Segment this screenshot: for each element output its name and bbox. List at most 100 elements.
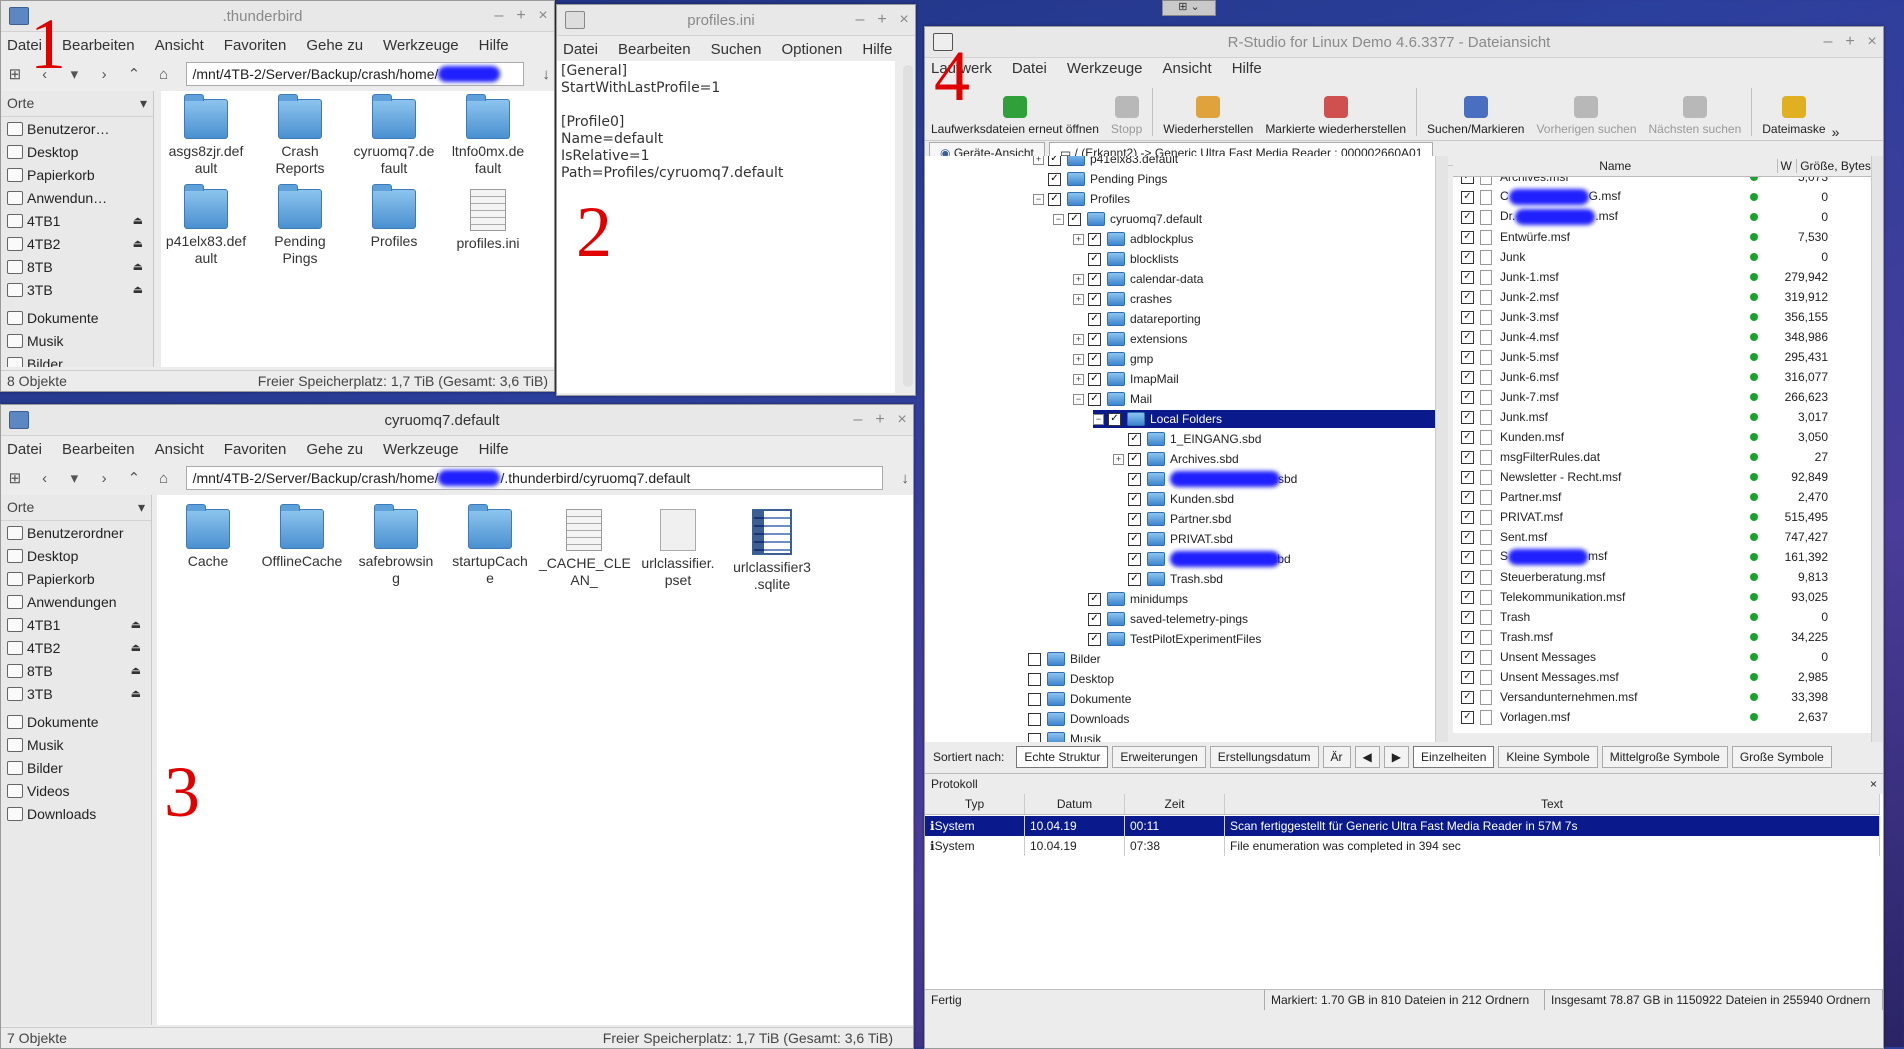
list-row[interactable]: ✓ Unsent Messages.msf 2,985 [1453, 667, 1871, 687]
toolbar-stopp-button[interactable]: Stopp [1105, 96, 1148, 140]
tree-node[interactable]: − ✓ cyruomq7.default [1053, 210, 1202, 228]
menu-datei[interactable]: Datei [1012, 60, 1047, 77]
toolbar-wiederherstellen-button[interactable]: Wiederherstellen [1157, 96, 1259, 140]
tree-checkbox[interactable]: ✓ [1088, 232, 1101, 246]
list-row[interactable]: ✓ Junk-5.msf 295,431 [1453, 347, 1871, 367]
toolbar-suchen-markieren-button[interactable]: Suchen/Markieren [1421, 96, 1530, 140]
list-checkbox[interactable]: ✓ [1461, 670, 1474, 684]
tree-checkbox[interactable]: ✓ [1108, 412, 1121, 426]
list-checkbox[interactable]: ✓ [1461, 610, 1474, 624]
tree-checkbox[interactable] [1028, 692, 1041, 706]
menu-hilfe[interactable]: Hilfe [862, 41, 892, 58]
list-checkbox[interactable]: ✓ [1461, 410, 1474, 424]
tree-node[interactable]: ✓ saved-telemetry-pings [1073, 610, 1248, 628]
tree-checkbox[interactable] [1028, 732, 1041, 742]
tree-scrollbar[interactable] [1435, 156, 1448, 742]
expander-icon[interactable]: − [1093, 413, 1104, 425]
sort-erstellungsdatum-button[interactable]: Erstellungsdatum [1209, 746, 1319, 768]
minimize-button[interactable]: – [849, 11, 871, 29]
tree-checkbox[interactable]: ✓ [1128, 512, 1141, 526]
menu-gehe-zu[interactable]: Gehe zu [306, 37, 363, 54]
sidebar-item-3tb[interactable]: 3TB ⏏ [1, 682, 151, 705]
file-item[interactable]: ltnfo0mx.de fault [443, 94, 533, 177]
file-item[interactable]: _CACHE_CLE AN_ [539, 509, 631, 589]
home-icon[interactable]: ⌂ [156, 470, 172, 487]
list-row[interactable]: ✓ Trash 0 [1453, 607, 1871, 627]
list-row[interactable]: ✓ Junk.msf 3,017 [1453, 407, 1871, 427]
tree-node[interactable]: ✓ e.sbd [1113, 470, 1297, 488]
tree-checkbox[interactable]: ✓ [1128, 552, 1141, 566]
expander-icon[interactable]: + [1073, 273, 1084, 285]
sidebar-header[interactable]: Orte ▾ [1, 91, 153, 117]
sidebar-item-4tb2[interactable]: 4TB2 ⏏ [1, 636, 151, 659]
menu-bearbeiten[interactable]: Bearbeiten [62, 37, 135, 54]
list-row[interactable]: ✓ Archives.msf 5,073 [1453, 177, 1871, 187]
tree-node[interactable]: Dokumente [1013, 690, 1131, 708]
sidebar-item-3tb[interactable]: 3TB ⏏ [1, 278, 153, 301]
log-row[interactable]: ℹ System 10.04.19 00:11 Scan fertiggestellt… [925, 816, 1880, 836]
toolbar-vorherigen-suchen-button[interactable]: Vorherigen suchen [1530, 96, 1642, 140]
list-row[interactable]: ✓ Kunden.msf 3,050 [1453, 427, 1871, 447]
maximize-button[interactable]: + [1839, 33, 1861, 51]
sidebar-item-4tb1[interactable]: 4TB1 ⏏ [1, 613, 151, 636]
sort-är-button[interactable]: Är [1322, 746, 1351, 768]
list-checkbox[interactable]: ✓ [1461, 330, 1474, 344]
list-row[interactable]: ✓ Junk-4.msf 348,986 [1453, 327, 1871, 347]
menu-suchen[interactable]: Suchen [711, 41, 762, 58]
file-item[interactable]: Profiles [349, 184, 439, 250]
list-checkbox[interactable]: ✓ [1461, 350, 1474, 364]
list-checkbox[interactable]: ✓ [1461, 690, 1474, 704]
tree-checkbox[interactable]: ✓ [1128, 432, 1141, 446]
history-icon[interactable]: ▾ [67, 469, 83, 487]
tree-node[interactable]: Downloads [1013, 710, 1129, 728]
log-header-typ[interactable]: Typ [925, 794, 1025, 814]
list-checkbox[interactable]: ✓ [1461, 310, 1474, 324]
tree-node[interactable]: ✓ datareporting [1073, 310, 1201, 328]
new-tab-icon[interactable]: ⊞ [7, 469, 23, 487]
view-große-symbole-button[interactable]: Große Symbole [1731, 746, 1832, 768]
titlebar[interactable]: .thunderbird – + × [1, 1, 554, 32]
eject-icon[interactable]: ⏏ [131, 664, 141, 677]
path-input[interactable]: /mnt/4TB-2/Server/Backup/crash/home/ [185, 62, 525, 86]
sidebar-item-videos[interactable]: Videos [1, 779, 151, 802]
file-item[interactable]: OfflineCache [257, 504, 347, 570]
list-checkbox[interactable]: ✓ [1461, 530, 1474, 544]
go-icon[interactable]: ↓ [897, 470, 913, 487]
sidebar-item-papierkorb[interactable]: Papierkorb [1, 163, 153, 186]
list-checkbox[interactable]: ✓ [1461, 550, 1474, 564]
list-row[interactable]: ✓ Junk-2.msf 319,912 [1453, 287, 1871, 307]
list-row[interactable]: ✓ Unsent Messages 0 [1453, 647, 1871, 667]
list-row[interactable]: ✓ Partner.msf 2,470 [1453, 487, 1871, 507]
list-row[interactable]: ✓ C G.msf 0 [1453, 187, 1871, 207]
tree-node[interactable]: ✓.sbd [1113, 550, 1291, 568]
close-button[interactable]: × [1861, 33, 1883, 51]
tree-checkbox[interactable]: ✓ [1088, 332, 1101, 346]
expander-icon[interactable]: − [1033, 193, 1044, 205]
file-item[interactable]: urlclassifier3 .sqlite [727, 509, 817, 593]
sidebar-header[interactable]: Orte ▾ [1, 495, 151, 521]
sidebar-item-desktop[interactable]: Desktop [1, 544, 151, 567]
sidebar-item-musik[interactable]: Musik [1, 733, 151, 756]
tree-checkbox[interactable] [1028, 672, 1041, 686]
tree-node[interactable]: − ✓ Profiles [1033, 190, 1130, 208]
eject-icon[interactable]: ⏏ [131, 641, 141, 654]
menu-ansicht[interactable]: Ansicht [1163, 60, 1212, 77]
header-size[interactable]: Größe, Bytes [1796, 159, 1871, 173]
scroll-right-icon[interactable]: ▶ [1383, 746, 1409, 768]
tree-checkbox[interactable]: ✓ [1088, 352, 1101, 366]
list-row[interactable]: ✓ Junk 0 [1453, 247, 1871, 267]
list-checkbox[interactable]: ✓ [1461, 630, 1474, 644]
minimize-button[interactable]: – [488, 7, 510, 25]
file-item[interactable]: Pending Pings [255, 184, 345, 267]
list-checkbox[interactable]: ✓ [1461, 710, 1474, 724]
list-row[interactable]: ✓ Dr. .msf 0 [1453, 207, 1871, 227]
menu-hilfe[interactable]: Hilfe [479, 37, 509, 54]
forward-icon[interactable]: › [96, 66, 112, 83]
tree-node[interactable]: + ✓ extensions [1073, 330, 1187, 348]
menu-werkzeuge[interactable]: Werkzeuge [383, 441, 459, 458]
sidebar-item-anwendungen[interactable]: Anwendungen [1, 590, 151, 613]
tree-node[interactable]: Musik [1013, 730, 1101, 742]
file-item[interactable]: safebrowsin g [351, 504, 441, 587]
expander-icon[interactable]: + [1073, 353, 1084, 365]
tree-checkbox[interactable]: ✓ [1088, 592, 1101, 606]
